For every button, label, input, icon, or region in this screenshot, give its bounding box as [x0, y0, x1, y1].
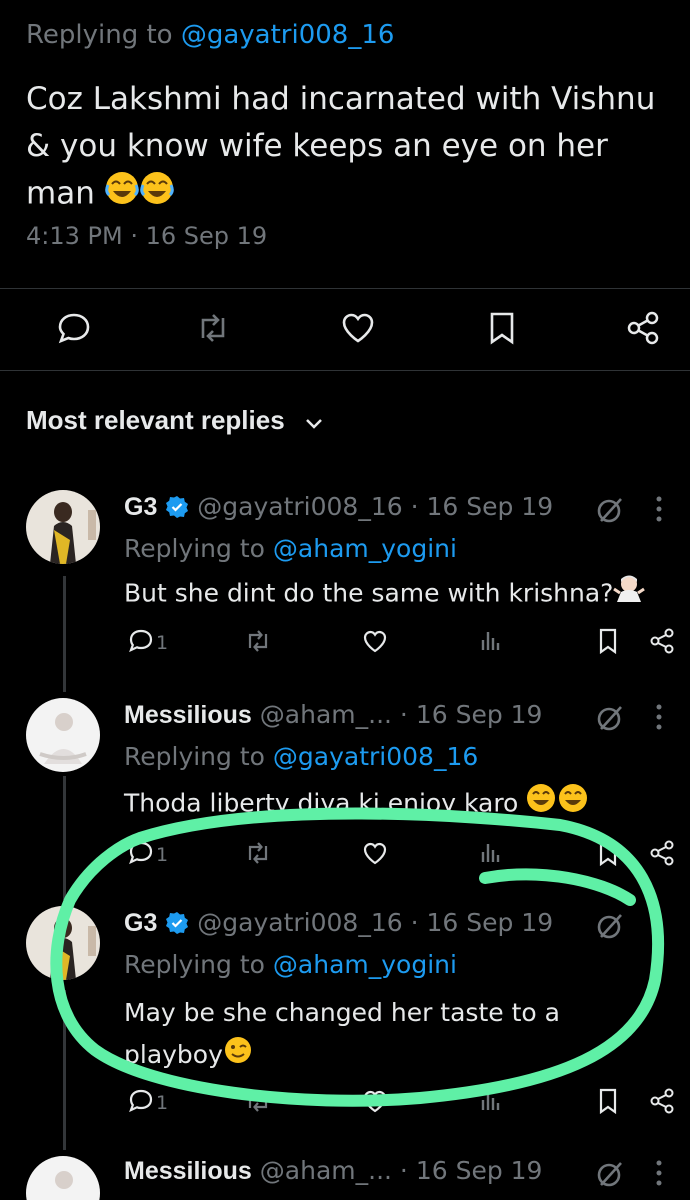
reply-icon[interactable]: [56, 310, 92, 346]
bookmark-icon[interactable]: [484, 310, 520, 346]
reply-count: 1: [156, 1092, 169, 1114]
retweet-icon[interactable]: [244, 628, 272, 658]
views-icon[interactable]: [478, 1088, 504, 1118]
more-options-icon[interactable]: [656, 704, 662, 734]
divider: [0, 288, 690, 289]
retweet-icon[interactable]: [194, 310, 230, 346]
verified-badge-icon: [165, 908, 189, 937]
bookmark-icon[interactable]: [596, 1088, 620, 1118]
author-handle[interactable]: @gayatri008_16: [197, 492, 402, 521]
reply-text-content: But she dint do the same with krishna?: [124, 578, 614, 608]
reply-text: Thoda liberty diya ki enjoy karo: [124, 782, 664, 827]
replying-to-label: Replying to: [124, 950, 265, 979]
more-options-icon[interactable]: [656, 912, 662, 942]
grok-icon[interactable]: [594, 494, 626, 530]
more-options-icon[interactable]: [656, 496, 662, 526]
reply-replying-to: Replying to @gayatri008_16: [124, 742, 478, 771]
like-icon[interactable]: [362, 628, 388, 658]
most-relevant-replies-label: Most relevant replies: [26, 405, 285, 435]
share-icon[interactable]: [648, 628, 676, 658]
shrug-emoji-icon: [613, 572, 646, 617]
reply-count: 1: [156, 632, 169, 654]
author-handle[interactable]: @aham_...: [260, 1156, 392, 1185]
bookmark-icon[interactable]: [596, 628, 620, 658]
share-icon[interactable]: [624, 310, 660, 346]
author-name[interactable]: Messilious: [124, 701, 252, 729]
reply-date: · 16 Sep 19: [410, 492, 554, 521]
reply-icon[interactable]: [128, 628, 154, 658]
tweet-replying-to: Replying to @gayatri008_16: [26, 20, 394, 50]
avatar[interactable]: [26, 698, 100, 772]
reply-action-bar: 1: [128, 840, 688, 880]
bookmark-icon[interactable]: [596, 840, 620, 870]
thread-line: [63, 990, 66, 1150]
thread-line: [63, 576, 66, 692]
like-icon[interactable]: [340, 310, 376, 346]
reply-icon[interactable]: [128, 1088, 154, 1118]
retweet-icon[interactable]: [244, 840, 272, 870]
reply-replying-to: Replying to @aham_yogini: [124, 534, 457, 563]
author-name[interactable]: G3: [124, 909, 157, 937]
share-icon[interactable]: [648, 840, 676, 870]
like-icon[interactable]: [362, 840, 388, 870]
most-relevant-replies-dropdown[interactable]: Most relevant replies: [26, 405, 324, 438]
reply-replying-to: Replying to @aham_yogini: [124, 950, 457, 979]
divider: [0, 370, 690, 371]
reply-date: · 16 Sep 19: [399, 1156, 543, 1185]
author-handle[interactable]: @aham_...: [260, 700, 392, 729]
replying-to-label: Replying to: [124, 742, 265, 771]
retweet-icon[interactable]: [244, 1088, 272, 1118]
reply-date: · 16 Sep 19: [399, 700, 543, 729]
replying-to-handle-link[interactable]: @aham_yogini: [273, 950, 457, 979]
views-icon[interactable]: [478, 628, 504, 658]
reply-header: G3 @gayatri008_16 · 16 Sep 19: [124, 908, 553, 938]
author-handle[interactable]: @gayatri008_16: [197, 908, 402, 937]
reply-header: Messilious @aham_... · 16 Sep 19: [124, 700, 542, 730]
verified-badge-icon: [165, 492, 189, 521]
reply-date: · 16 Sep 19: [410, 908, 554, 937]
replying-to-handle-link[interactable]: @aham_yogini: [273, 534, 457, 563]
replying-to-handle-link[interactable]: @gayatri008_16: [273, 742, 478, 771]
tweet-action-bar: [0, 290, 690, 366]
chevron-down-icon: [304, 407, 324, 438]
author-name[interactable]: Messilious: [124, 1157, 252, 1185]
reply-icon[interactable]: [128, 840, 154, 870]
avatar[interactable]: [26, 906, 100, 980]
replying-to-label: Replying to: [124, 534, 265, 563]
reply-text-content: May be she changed her taste to a playbo…: [124, 998, 560, 1069]
reply-text: May be she changed her taste to a playbo…: [124, 992, 604, 1078]
reply-text: But she dint do the same with krishna?: [124, 572, 664, 617]
tweet-text: Coz Lakshmi had incarnated with Vishnu &…: [26, 76, 686, 220]
winking-emoji-icon: [223, 1035, 253, 1078]
views-icon[interactable]: [478, 840, 504, 870]
reply-count: 1: [156, 844, 169, 866]
laughing-emoji-icon: [526, 782, 590, 827]
share-icon[interactable]: [648, 1088, 676, 1118]
reply-header: Messilious @aham_... · 16 Sep 19: [124, 1156, 542, 1186]
grok-icon[interactable]: [594, 910, 626, 946]
grok-icon[interactable]: [594, 1158, 626, 1194]
thread-line: [63, 776, 66, 900]
avatar[interactable]: [26, 1156, 100, 1200]
tweet-timestamp: 4:13 PM · 16 Sep 19: [26, 222, 268, 250]
laughing-emoji-icon: [104, 170, 175, 220]
like-icon[interactable]: [362, 1088, 388, 1118]
reply-text-content: Thoda liberty diya ki enjoy karo: [124, 788, 519, 818]
avatar[interactable]: [26, 490, 100, 564]
author-name[interactable]: G3: [124, 493, 157, 521]
replying-to-handle-link[interactable]: @gayatri008_16: [181, 20, 395, 50]
reply-item[interactable]: Messilious @aham_... · 16 Sep 19: [0, 1156, 690, 1200]
reply-action-bar: 1: [128, 628, 688, 668]
grok-icon[interactable]: [594, 702, 626, 738]
more-options-icon[interactable]: [656, 1160, 662, 1190]
reply-action-bar: 1: [128, 1088, 688, 1128]
replying-to-label: Replying to: [26, 20, 173, 50]
reply-header: G3 @gayatri008_16 · 16 Sep 19: [124, 492, 553, 522]
